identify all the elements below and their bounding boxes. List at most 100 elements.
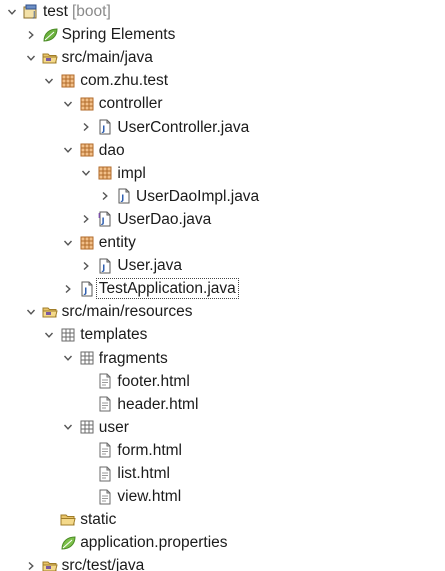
chevron-down-icon[interactable] xyxy=(61,143,75,157)
java-file-icon: J xyxy=(116,188,132,204)
source-folder-icon xyxy=(42,558,58,571)
tree-item-label: fragments xyxy=(98,349,168,367)
source-folder-icon xyxy=(42,50,58,66)
chevron-down-icon[interactable] xyxy=(61,351,75,365)
chevron-right-icon[interactable] xyxy=(24,28,38,42)
tree-item-label: controller xyxy=(98,95,163,113)
tree-item-label: view.html xyxy=(117,488,182,506)
chevron-down-icon[interactable] xyxy=(61,236,75,250)
tree-item-label: form.html xyxy=(117,441,182,459)
tree-row[interactable]: J TestApplication.java xyxy=(0,277,445,300)
tree-row[interactable]: static xyxy=(0,508,445,531)
chevron-down-icon[interactable] xyxy=(61,97,75,111)
tree-item-label: entity xyxy=(98,234,136,251)
tree-row[interactable]: Spring Elements xyxy=(0,23,445,46)
tree-item-label: list.html xyxy=(117,465,170,482)
html-file-icon xyxy=(97,489,113,505)
java-file-icon: J xyxy=(97,119,113,135)
tree-item-label: templates xyxy=(80,326,148,344)
tree-row[interactable]: templates xyxy=(0,323,445,346)
chevron-right-icon[interactable] xyxy=(79,212,93,226)
tree-item-label: application.properties xyxy=(80,534,228,552)
tree-row[interactable]: Jtest [boot] xyxy=(0,0,445,23)
chevron-right-icon[interactable] xyxy=(61,282,75,296)
chevron-down-icon[interactable] xyxy=(61,420,75,434)
tree-item-label: src/main/java xyxy=(61,49,153,67)
tree-item-label: header.html xyxy=(117,395,199,413)
tree-row[interactable]: J User.java xyxy=(0,254,445,277)
tree-row[interactable]: J I UserDao.java xyxy=(0,208,445,231)
source-folder-icon xyxy=(42,304,58,320)
tree-item-label: TestApplication.java xyxy=(95,278,239,300)
tree-row[interactable]: fragments xyxy=(0,347,445,370)
chevron-down-icon[interactable] xyxy=(5,5,19,19)
tree-row[interactable]: list.html xyxy=(0,462,445,485)
folder-grid-icon xyxy=(79,419,95,435)
tree-row[interactable]: form.html xyxy=(0,439,445,462)
tree-row[interactable]: J UserController.java xyxy=(0,116,445,139)
tree-item-label: static xyxy=(80,511,117,529)
tree-item-label: com.zhu.test xyxy=(80,72,169,90)
svg-text:J: J xyxy=(120,194,124,203)
folder-grid-icon xyxy=(79,350,95,366)
chevron-down-icon[interactable] xyxy=(42,328,56,342)
chevron-right-icon[interactable] xyxy=(24,559,38,571)
java-file-icon: J xyxy=(97,258,113,274)
project-tag-label: [boot] xyxy=(71,2,111,20)
chevron-down-icon[interactable] xyxy=(42,74,56,88)
package-icon xyxy=(79,142,95,158)
svg-text:J: J xyxy=(102,125,106,134)
tree-row[interactable]: dao xyxy=(0,139,445,162)
chevron-down-icon[interactable] xyxy=(24,305,38,319)
tree-item-label: UserDaoImpl.java xyxy=(136,187,260,205)
chevron-right-icon[interactable] xyxy=(98,189,112,203)
html-file-icon xyxy=(97,396,113,412)
folder-open-icon xyxy=(60,512,76,528)
tree-item-label: User.java xyxy=(117,257,183,275)
tree-row[interactable]: src/main/java xyxy=(0,46,445,69)
tree-row[interactable]: src/test/java xyxy=(0,554,445,571)
chevron-right-icon[interactable] xyxy=(79,120,93,134)
tree-item-label: footer.html xyxy=(117,372,190,390)
html-file-icon xyxy=(97,466,113,482)
tree-row[interactable]: controller xyxy=(0,92,445,115)
tree-row[interactable]: header.html xyxy=(0,393,445,416)
html-file-icon xyxy=(97,442,113,458)
svg-text:I: I xyxy=(98,212,101,220)
tree-item-label: UserController.java xyxy=(117,118,250,136)
svg-text:J: J xyxy=(32,10,35,19)
svg-text:J: J xyxy=(101,217,105,226)
spring-leaf-icon xyxy=(42,27,58,43)
package-icon xyxy=(60,73,76,89)
properties-leaf-icon xyxy=(60,535,76,551)
tree-row[interactable]: com.zhu.test xyxy=(0,69,445,92)
tree-item-label: src/main/resources xyxy=(61,303,193,321)
package-icon xyxy=(79,235,95,251)
chevron-down-icon[interactable] xyxy=(79,166,93,180)
package-explorer-tree: Jtest [boot] Spring Elements src/main/java c… xyxy=(0,0,445,571)
folder-grid-icon xyxy=(60,327,76,343)
java-file-icon: J xyxy=(79,281,95,297)
tree-row[interactable]: view.html xyxy=(0,485,445,508)
package-icon xyxy=(79,96,95,112)
tree-item-label: src/test/java xyxy=(61,557,145,571)
tree-row[interactable]: footer.html xyxy=(0,370,445,393)
tree-row[interactable]: application.properties xyxy=(0,531,445,554)
tree-row[interactable]: user xyxy=(0,416,445,439)
chevron-right-icon[interactable] xyxy=(79,259,93,273)
tree-row[interactable]: entity xyxy=(0,231,445,254)
tree-row[interactable]: J UserDaoImpl.java xyxy=(0,185,445,208)
package-icon xyxy=(97,165,113,181)
svg-text:J: J xyxy=(83,286,87,295)
chevron-down-icon[interactable] xyxy=(24,51,38,65)
svg-text:J: J xyxy=(102,263,106,272)
tree-row[interactable]: impl xyxy=(0,162,445,185)
java-interface-file-icon: JI xyxy=(97,211,113,227)
tree-row[interactable]: src/main/resources xyxy=(0,300,445,323)
